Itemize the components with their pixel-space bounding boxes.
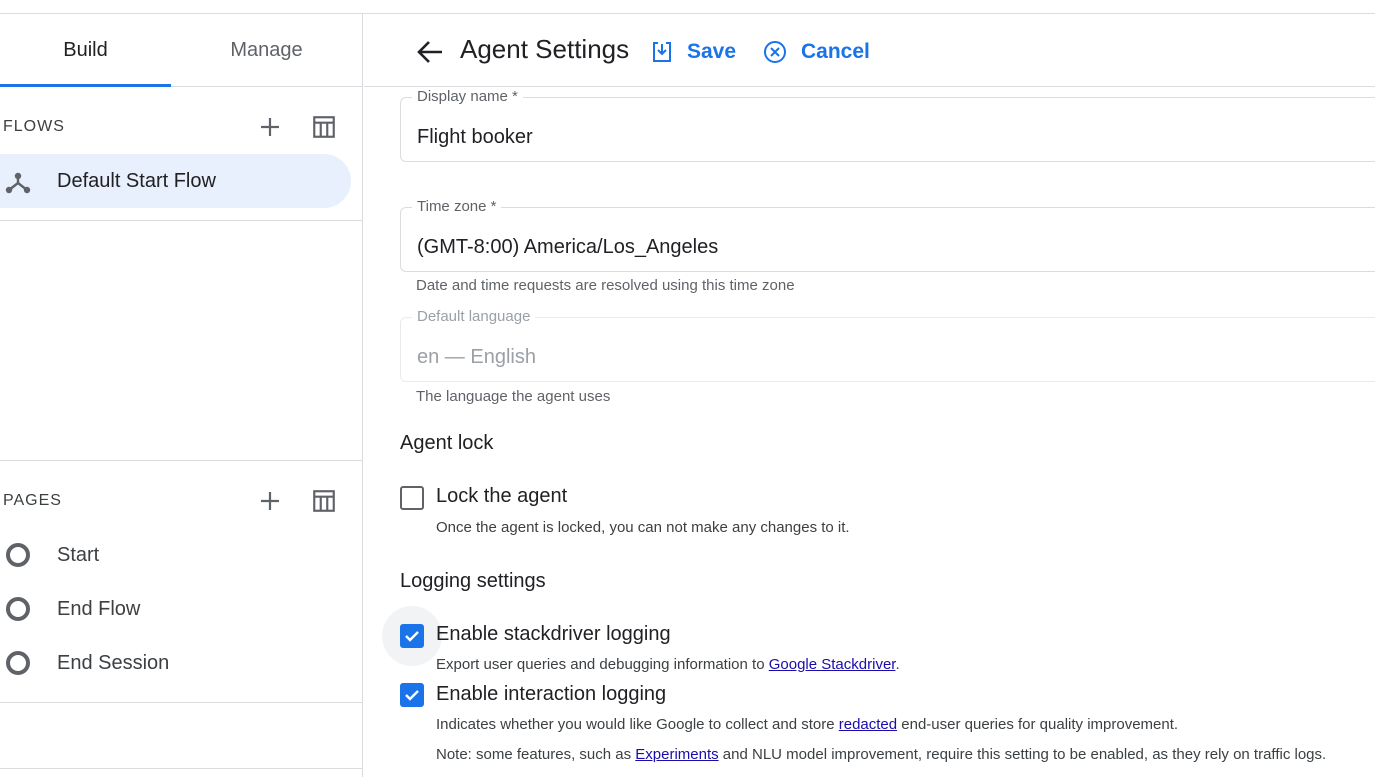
- lock-agent-description: Once the agent is locked, you can not ma…: [436, 519, 850, 536]
- page-item-label: End Flow: [57, 597, 141, 620]
- plus-icon: [261, 118, 279, 136]
- interaction-logging-description: Indicates whether you would like Google …: [436, 716, 1178, 733]
- note-text: Note: some features, such as: [436, 746, 636, 763]
- check-icon: [405, 631, 419, 642]
- time-zone-label: Time zone *: [412, 198, 502, 215]
- default-language-value: en — English: [417, 346, 536, 368]
- tab-build-label: Build: [63, 39, 108, 61]
- desc-text: .: [895, 656, 900, 673]
- check-icon: [405, 690, 419, 701]
- desc-text: end-user queries for quality improvement…: [897, 716, 1179, 733]
- tab-manage-label: Manage: [230, 39, 303, 61]
- page-item-end-session[interactable]: End Session: [0, 638, 351, 688]
- interaction-logging-checkbox[interactable]: [400, 683, 424, 707]
- cancel-icon: [764, 41, 786, 63]
- page-item-label: Start: [57, 543, 100, 566]
- agent-lock-heading: Agent lock: [400, 432, 494, 454]
- nav-tabs: Build Manage: [0, 14, 362, 87]
- default-language-field: Default language en — English: [400, 308, 1375, 382]
- cancel-label: Cancel: [801, 40, 870, 63]
- default-language-label: Default language: [412, 308, 536, 325]
- pages-table-view-button[interactable]: [308, 485, 340, 517]
- time-zone-value: (GMT-8:00) America/Los_Angeles: [417, 236, 719, 258]
- page-item-start[interactable]: Start: [0, 530, 351, 580]
- table-view-icon: [313, 116, 335, 138]
- display-name-value: Flight booker: [417, 126, 533, 148]
- table-view-icon: [313, 490, 335, 512]
- page-title: Agent Settings: [460, 34, 630, 64]
- settings-header: Agent Settings Save Cancel: [364, 14, 1375, 87]
- footer-divider: [0, 768, 362, 769]
- page-item-end-flow[interactable]: End Flow: [0, 584, 351, 634]
- page-ring-icon: [6, 597, 30, 621]
- redacted-link[interactable]: redacted: [839, 716, 897, 733]
- flow-item-default-start-flow[interactable]: Default Start Flow: [0, 154, 351, 208]
- interaction-logging-label[interactable]: Enable interaction logging: [436, 683, 666, 706]
- google-stackdriver-link[interactable]: Google Stackdriver: [769, 656, 896, 673]
- agent-settings-panel: Agent Settings Save Cancel Display name …: [364, 14, 1375, 777]
- flows-table-view-button[interactable]: [308, 111, 340, 143]
- back-button[interactable]: [414, 36, 446, 68]
- note-text: and NLU model improvement, require this …: [718, 746, 1327, 763]
- save-icon: [653, 42, 671, 62]
- flows-section-header: FLOWS: [3, 107, 358, 147]
- tab-manage[interactable]: Manage: [171, 14, 362, 87]
- desc-text: Indicates whether you would like Google …: [436, 716, 839, 733]
- pages-section-title: PAGES: [3, 492, 62, 509]
- desc-text: Export user queries and debugging inform…: [436, 656, 769, 673]
- display-name-field[interactable]: Display name * Flight booker: [400, 88, 1375, 162]
- time-zone-hint: Date and time requests are resolved usin…: [416, 277, 795, 294]
- pages-section-header: PAGES: [3, 481, 358, 521]
- page-ring-icon: [6, 651, 30, 675]
- plus-icon: [261, 492, 279, 510]
- add-flow-button[interactable]: [254, 111, 286, 143]
- page-ring-icon: [6, 543, 30, 567]
- page-item-label: End Session: [57, 651, 170, 674]
- arrow-back-icon: [417, 41, 442, 63]
- lock-agent-checkbox[interactable]: [400, 486, 424, 510]
- stackdriver-logging-description: Export user queries and debugging inform…: [436, 656, 900, 673]
- default-language-hint: The language the agent uses: [416, 388, 611, 405]
- interaction-logging-note: Note: some features, such as Experiments…: [436, 746, 1326, 763]
- flow-item-label: Default Start Flow: [57, 169, 216, 192]
- flow-icon: [5, 172, 31, 194]
- left-navigation-panel: Build Manage FLOWS Default Start Flow PA…: [0, 14, 363, 777]
- experiments-link[interactable]: Experiments: [635, 746, 718, 763]
- stackdriver-logging-checkbox[interactable]: [400, 624, 424, 648]
- flows-divider: [0, 220, 362, 221]
- active-tab-indicator: [0, 84, 171, 87]
- flows-section-title: FLOWS: [3, 118, 65, 135]
- logging-settings-heading: Logging settings: [400, 570, 546, 592]
- display-name-label: Display name *: [412, 88, 523, 105]
- stackdriver-logging-label[interactable]: Enable stackdriver logging: [436, 623, 671, 646]
- save-button[interactable]: Save: [651, 36, 736, 68]
- tab-build[interactable]: Build: [0, 14, 171, 87]
- lock-agent-label[interactable]: Lock the agent: [436, 485, 567, 508]
- add-page-button[interactable]: [254, 485, 286, 517]
- pages-bottom-divider: [0, 702, 362, 703]
- save-label: Save: [687, 40, 737, 63]
- cancel-button[interactable]: Cancel: [763, 36, 870, 68]
- pages-top-divider: [0, 460, 362, 461]
- time-zone-field[interactable]: Time zone * (GMT-8:00) America/Los_Angel…: [400, 198, 1375, 272]
